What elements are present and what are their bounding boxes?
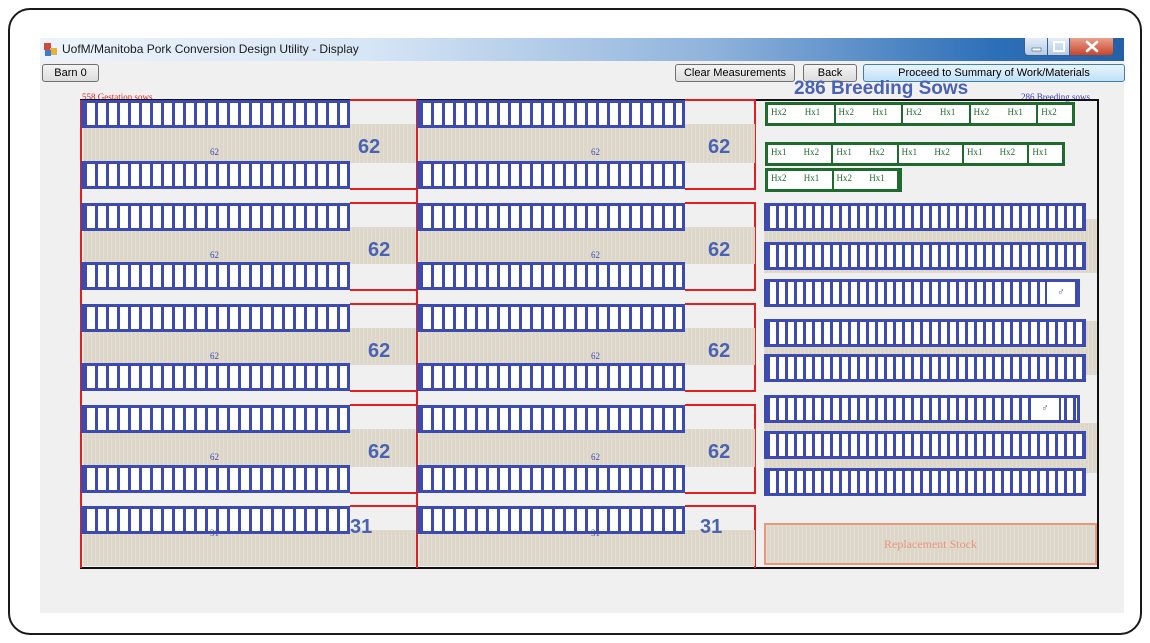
pen-label: Hx1 [1032,147,1048,157]
stall-row[interactable] [81,304,350,332]
stall-row[interactable] [81,262,350,290]
pen-label: Hx1 [901,147,918,157]
room-capacity: 62 [708,441,731,463]
pen-label: Hx1 [804,107,821,117]
feed-alley [419,429,755,467]
room-capacity: 62 [368,239,391,261]
breeding-stall-row[interactable] [764,319,1086,347]
room-capacity: 62 [708,136,731,158]
room-capacity: 62 [708,340,731,362]
stall-row[interactable] [417,203,685,231]
stall-row[interactable] [81,100,350,128]
breeding-stall-row[interactable]: ♂ [764,279,1080,307]
pen-label: Hx1 [869,173,885,183]
boar-pen[interactable]: ♂ [1029,398,1061,420]
boar-pen[interactable]: ♂ [1045,282,1077,304]
room-capacity-small: 31 [210,528,219,538]
room-capacity-small: 62 [591,250,600,260]
pen-label: Hx2 [999,147,1016,157]
stall-row[interactable] [417,161,685,189]
room-capacity: 31 [350,516,373,538]
stall-row[interactable] [417,363,685,391]
room-capacity-small: 62 [210,351,219,361]
pen-divider [968,105,971,123]
pen-divider [901,105,904,123]
room-capacity-small: 62 [210,452,219,462]
feed-alley [83,227,416,264]
breeding-pen-row[interactable]: Hx2 Hx1 Hx2 Hx1 Hx2 Hx1 Hx2 Hx1 Hx2 [765,102,1075,126]
stall-row[interactable] [81,363,350,391]
breeding-stall-row[interactable]: ♂ [764,395,1080,423]
feed-alley [419,124,755,163]
stall-row[interactable] [81,405,350,433]
breeding-stall-row[interactable] [764,468,1086,496]
replacement-label: Replacement Stock [884,537,977,551]
stall-row[interactable] [417,405,685,433]
pen-label: Hx2 [771,107,787,117]
pen-label: Hx2 [836,173,853,183]
pen-label: Hx2 [869,147,885,157]
pen-divider [1027,145,1030,163]
feed-alley [419,328,755,365]
pen-label: Hx1 [967,147,983,157]
pen-divider [831,171,834,189]
feed-alley [83,429,416,467]
breeding-stall-row[interactable] [764,354,1086,382]
breeding-stall-row[interactable] [764,203,1086,231]
pen-divider [1036,105,1039,123]
room-capacity-small: 62 [210,147,219,157]
stall-row[interactable] [81,161,350,189]
room-capacity-small: 62 [591,147,600,157]
pen-label: Hx2 [838,107,855,117]
pen-divider [897,171,899,189]
feed-alley [419,227,755,264]
breeding-pen-row[interactable]: Hx1 Hx2 Hx1 Hx2 Hx1 Hx2 Hx1 Hx2 Hx1 [765,142,1065,166]
pen-divider [831,145,834,163]
pen-label: Hx2 [771,173,787,183]
app-window: UofM/Manitoba Pork Conversion Design Uti… [40,38,1125,613]
breeding-stall-row[interactable] [764,431,1086,459]
pen-label: Hx1 [836,147,852,157]
stall-row[interactable] [417,506,685,534]
stall-row[interactable] [81,465,350,493]
pen-label: Hx2 [934,147,950,157]
room-capacity: 62 [368,441,391,463]
room-capacity-small: 62 [210,250,219,260]
stall-row[interactable] [417,304,685,332]
breeding-pen-row[interactable]: Hx2 Hx1 Hx2 Hx1 [765,168,902,192]
room-capacity-small: 62 [591,452,600,462]
pen-label: Hx1 [1007,107,1023,117]
room-capacity: 62 [368,340,391,362]
breeding-stall-row[interactable] [764,242,1086,270]
stall-row[interactable] [81,203,350,231]
room-capacity: 62 [358,136,381,158]
pen-label: Hx2 [973,107,990,117]
stall-row[interactable] [417,465,685,493]
room-capacity: 31 [700,516,723,538]
pen-divider [833,105,836,123]
feed-alley [83,328,416,365]
pen-label: Hx2 [906,107,922,117]
pen-label: Hx1 [939,107,956,117]
pen-label: Hx2 [803,147,820,157]
pen-label: Hx2 [1041,107,1057,117]
pen-label: Hx1 [872,107,888,117]
room-capacity-small: 31 [591,528,600,538]
pen-divider [962,145,964,163]
room-capacity-small: 62 [591,351,600,361]
stall-row[interactable] [417,262,685,290]
pen-divider [896,145,899,163]
pen-label: Hx1 [771,147,787,157]
stall-row[interactable] [417,100,685,128]
pen-label: Hx1 [803,173,820,183]
room-capacity: 62 [708,239,731,261]
replacement-stock-area[interactable]: Replacement Stock [764,523,1097,565]
